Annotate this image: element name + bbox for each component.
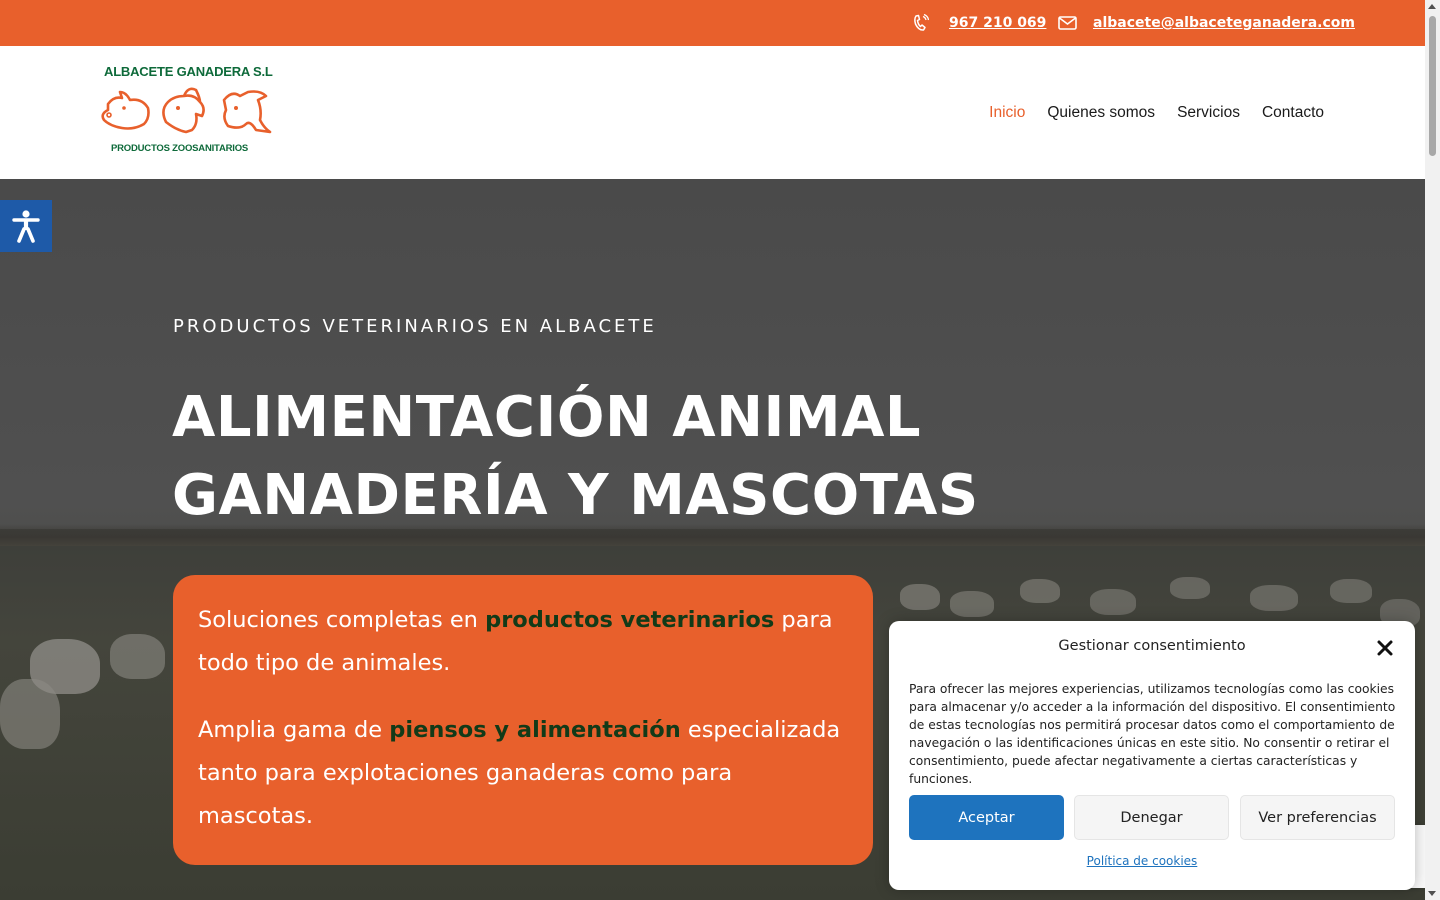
intro-highlight: piensos y alimentación [389, 717, 681, 743]
close-icon[interactable] [1375, 638, 1395, 658]
intro-paragraph-1: Soluciones completas en productos veteri… [198, 599, 848, 685]
nav-item-quienes-somos[interactable]: Quienes somos [1047, 104, 1155, 122]
cookie-consent-modal: Gestionar consentimiento Para ofrecer la… [889, 621, 1415, 890]
scrollbar-thumb[interactable] [1429, 16, 1436, 156]
sheep-shape [1020, 579, 1060, 603]
hero-title-line1: ALIMENTACIÓN ANIMAL [172, 385, 922, 450]
sheep-shape [0, 679, 60, 749]
logo-title: ALBACETE GANADERA S.L [104, 64, 273, 79]
top-contact-bar: 967 210 069 albacete@albaceteganadera.co… [0, 0, 1425, 46]
cookie-policy-link[interactable]: Política de cookies [889, 854, 1395, 868]
scroll-down-icon[interactable] [1428, 891, 1436, 896]
sheep-shape [110, 634, 165, 679]
phone-icon [912, 14, 929, 32]
hero-intro-box: Soluciones completas en productos veteri… [173, 575, 873, 865]
sheep-shape [1330, 579, 1372, 603]
sheep-shape [1250, 585, 1298, 611]
accessibility-button[interactable] [0, 200, 52, 252]
logo-subtitle: PRODUCTOS ZOOSANITARIOS [111, 143, 249, 154]
intro-paragraph-2: Amplia gama de piensos y alimentación es… [198, 709, 848, 838]
accessibility-icon [12, 210, 40, 243]
nav-item-inicio[interactable]: Inicio [989, 104, 1025, 122]
intro-text: Soluciones completas en [198, 607, 486, 633]
cookie-title: Gestionar consentimiento [1058, 638, 1246, 654]
site-logo[interactable]: ALBACETE GANADERA S.L PRODUCTOS ZOOSANIT… [100, 64, 275, 159]
sheep-shape [1090, 589, 1136, 615]
cookie-description: Para ofrecer las mejores experiencias, u… [909, 682, 1396, 786]
nav-item-servicios[interactable]: Servicios [1177, 104, 1240, 122]
accept-cookies-button[interactable]: Aceptar [909, 795, 1064, 840]
view-preferences-button[interactable]: Ver preferencias [1240, 795, 1395, 840]
nav-item-contacto[interactable]: Contacto [1262, 104, 1324, 122]
hero-title-line2: GANADERÍA Y MASCOTAS [172, 463, 979, 528]
intro-text: Amplia gama de [198, 717, 390, 743]
phone-link[interactable]: 967 210 069 [949, 15, 1046, 31]
email-contact: albacete@albaceteganadera.com [1058, 0, 1355, 46]
mail-icon [1058, 16, 1077, 30]
sheep-shape [1170, 577, 1210, 599]
intro-highlight: productos veterinarios [485, 607, 775, 633]
main-nav: Inicio Quienes somos Servicios Contacto [989, 46, 1324, 179]
sheep-shape [950, 591, 994, 617]
scroll-up-icon[interactable] [1428, 4, 1436, 9]
hero-kicker: PRODUCTOS VETERINARIOS EN ALBACETE [173, 316, 657, 337]
page-scrollbar[interactable] [1425, 0, 1440, 900]
phone-contact: 967 210 069 [912, 0, 1046, 46]
deny-cookies-button[interactable]: Denegar [1074, 795, 1229, 840]
sheep-shape [900, 584, 940, 610]
email-link[interactable]: albacete@albaceteganadera.com [1093, 15, 1355, 31]
site-header: ALBACETE GANADERA S.L PRODUCTOS ZOOSANIT… [0, 46, 1425, 179]
hero-title: ALIMENTACIÓN ANIMAL GANADERÍA Y MASCOTAS [172, 379, 1072, 535]
animal-heads-icon [101, 87, 272, 134]
